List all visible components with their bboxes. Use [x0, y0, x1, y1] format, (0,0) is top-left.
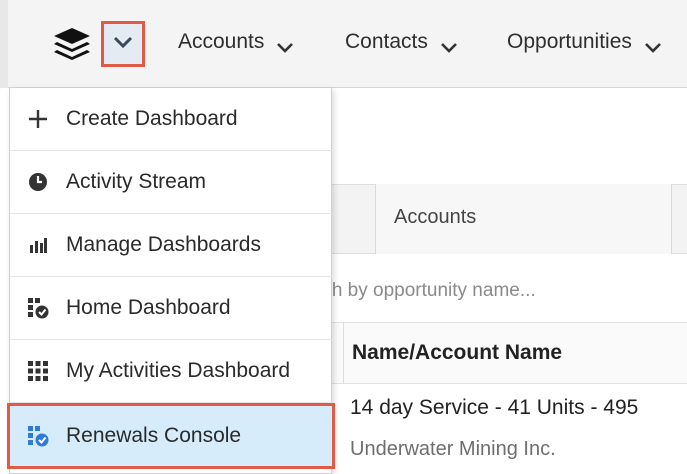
dashboard-check-icon: [26, 424, 50, 448]
top-navigation-bar: Accounts Contacts Opportunities: [0, 0, 687, 88]
nav-item-label: Opportunities: [507, 30, 632, 53]
nav-item-opportunities[interactable]: Opportunities: [507, 30, 662, 54]
search-input[interactable]: rch by opportunity name...: [316, 280, 536, 302]
menu-item-activity-stream[interactable]: Activity Stream: [10, 151, 332, 214]
menu-item-create-dashboard[interactable]: Create Dashboard: [10, 88, 332, 151]
nav-left-edge: [0, 0, 8, 88]
chevron-down-icon[interactable]: [644, 36, 662, 53]
menu-item-label: Renewals Console: [66, 424, 242, 447]
plus-icon: [26, 107, 50, 131]
column-header-name[interactable]: Name/Account Name: [352, 341, 562, 365]
chevron-down-icon[interactable]: [440, 36, 458, 53]
column-divider: [343, 322, 344, 384]
nav-item-label: Contacts: [345, 30, 428, 53]
menu-item-label: Manage Dashboards: [66, 233, 261, 256]
grid-icon: [26, 359, 50, 383]
table-row-account[interactable]: Underwater Mining Inc.: [350, 438, 556, 461]
chevron-down-icon: [113, 35, 133, 54]
chevron-down-icon[interactable]: [276, 36, 294, 53]
tab-label: Accounts: [394, 206, 477, 228]
menu-item-manage-dashboards[interactable]: Manage Dashboards: [10, 214, 332, 277]
home-dropdown-menu: Create Dashboard Activity Stream Manage …: [7, 88, 335, 474]
menu-item-renewals-console[interactable]: Renewals Console: [7, 403, 335, 469]
menu-item-label: Activity Stream: [66, 170, 207, 193]
menu-item-home-dashboard[interactable]: Home Dashboard: [10, 277, 332, 340]
tab-accounts[interactable]: Accounts: [375, 184, 672, 254]
stacked-layers-icon[interactable]: [52, 24, 92, 64]
nav-item-accounts[interactable]: Accounts: [178, 30, 294, 54]
clock-icon: [26, 170, 50, 194]
menu-item-label: Create Dashboard: [66, 107, 238, 130]
home-dropdown-button[interactable]: [101, 21, 145, 67]
menu-item-my-activities-dashboard[interactable]: My Activities Dashboard: [10, 340, 332, 403]
menu-item-label: Home Dashboard: [66, 296, 231, 319]
nav-item-label: Accounts: [178, 30, 265, 53]
menu-item-label: My Activities Dashboard: [66, 359, 291, 382]
bar-chart-icon: [26, 233, 50, 257]
table-row-title[interactable]: 14 day Service - 41 Units - 495: [350, 396, 638, 420]
dashboard-check-icon: [26, 296, 50, 320]
nav-item-contacts[interactable]: Contacts: [345, 30, 458, 54]
